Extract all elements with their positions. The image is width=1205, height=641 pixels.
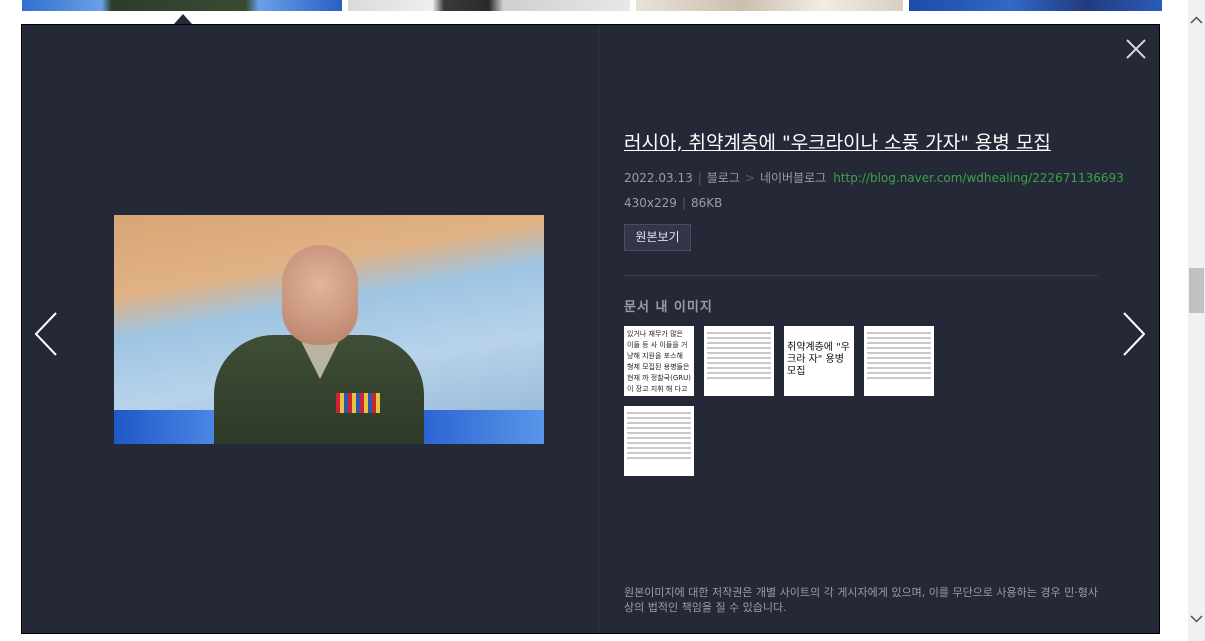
close-icon xyxy=(1126,39,1146,59)
source-service-link[interactable]: 네이버블로그 xyxy=(760,171,826,185)
next-image-button[interactable] xyxy=(1118,311,1148,357)
divider xyxy=(624,275,1098,276)
document-image-thumbnail[interactable]: 있거나 재무가 많은 이들 등 사 이들을 거냥해 지원을 포스해 형제 모집된… xyxy=(624,326,694,396)
chevron-left-icon xyxy=(34,312,57,356)
close-button[interactable] xyxy=(1124,37,1148,61)
document-image-thumbnail[interactable]: 취약계층에 "우크라 자" 용병 모집 xyxy=(784,326,854,396)
image-viewer-panel: 러시아, 취약계층에 "우크라이나 소풍 가자" 용병 모집 2022.03.1… xyxy=(21,24,1160,634)
scroll-down-button[interactable] xyxy=(1188,610,1205,627)
document-image-thumbnail[interactable] xyxy=(704,326,774,396)
chevron-right-icon xyxy=(1123,312,1146,356)
image-dimensions: 430x229 xyxy=(624,196,677,210)
result-thumbnail[interactable] xyxy=(909,0,1162,11)
page-scrollbar[interactable] xyxy=(1188,0,1205,641)
scroll-up-button[interactable] xyxy=(1188,12,1205,29)
selected-pointer xyxy=(174,14,192,24)
section-title: 문서 내 이미지 xyxy=(624,300,713,315)
result-thumbnail[interactable] xyxy=(348,0,630,11)
document-image-thumbnail[interactable] xyxy=(864,326,934,396)
view-original-button[interactable]: 원본보기 xyxy=(624,224,691,251)
image-file-size: 86KB xyxy=(690,196,723,210)
image-file-info: 430x229 | 86KB xyxy=(624,196,723,210)
copyright-notice: 원본이미지에 대한 저작권은 개별 사이트의 각 게시자에게 있으며, 이를 무… xyxy=(624,586,1098,614)
prev-image-button[interactable] xyxy=(32,311,62,357)
chevron-up-icon xyxy=(1190,16,1203,24)
result-thumbnail-strip xyxy=(0,0,1190,12)
chevron-down-icon xyxy=(1190,615,1203,623)
scrollbar-thumb[interactable] xyxy=(1189,268,1204,313)
image-pane xyxy=(22,25,599,633)
result-thumbnail[interactable] xyxy=(636,0,903,11)
document-image-thumbnail[interactable] xyxy=(624,406,694,476)
result-thumbnail-selected[interactable] xyxy=(22,0,342,11)
image-meta: 2022.03.13 | 블로그 > 네이버블로그 http://blog.naver.c… xyxy=(624,171,1124,185)
source-url-link[interactable]: http://blog.naver.com/wdhealing/22267113… xyxy=(833,171,1124,185)
post-date: 2022.03.13 xyxy=(624,171,693,185)
preview-image[interactable] xyxy=(114,215,544,444)
source-category-link[interactable]: 블로그 xyxy=(707,171,740,185)
image-title-link[interactable]: 러시아, 취약계층에 "우크라이나 소풍 가자" 용병 모집 xyxy=(624,128,1100,155)
